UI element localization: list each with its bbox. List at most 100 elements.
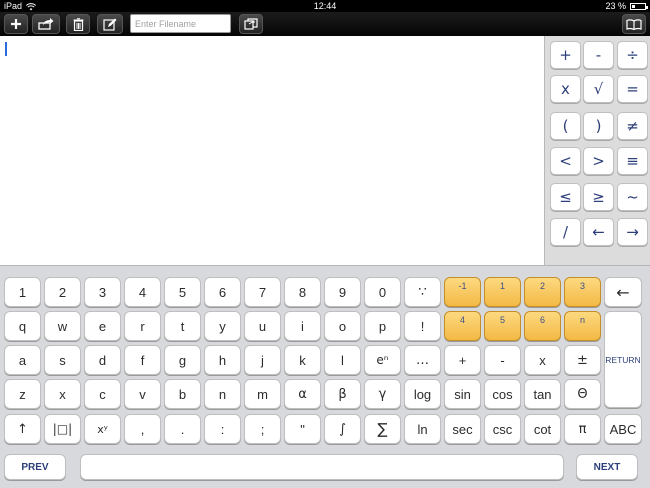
ln-key[interactable]: ln	[404, 414, 441, 444]
symbol-key[interactable]: >	[583, 147, 614, 175]
key[interactable]: ;	[244, 414, 281, 444]
beta-key[interactable]: β	[324, 379, 361, 409]
editor-area[interactable]	[0, 36, 544, 265]
space-key[interactable]	[80, 454, 564, 480]
key[interactable]: :	[204, 414, 241, 444]
key[interactable]: y	[204, 311, 241, 341]
key[interactable]: 4	[124, 277, 161, 307]
open-button[interactable]	[239, 14, 263, 34]
library-button[interactable]	[622, 14, 646, 34]
key[interactable]: 5	[164, 277, 201, 307]
symbol-key[interactable]: (	[550, 112, 581, 140]
tan-key[interactable]: tan	[524, 379, 561, 409]
key[interactable]: u	[244, 311, 281, 341]
integral-key[interactable]: ∫	[324, 414, 361, 444]
key[interactable]: k	[284, 345, 321, 375]
csc-key[interactable]: csc	[484, 414, 521, 444]
symbol-key[interactable]: /	[550, 218, 581, 246]
key[interactable]: q	[4, 311, 41, 341]
key[interactable]: 8	[284, 277, 321, 307]
gamma-key[interactable]: γ	[364, 379, 401, 409]
symbol-key[interactable]: -	[583, 41, 614, 69]
plus-minus-key[interactable]: ±	[564, 345, 601, 375]
symbol-key[interactable]: →	[617, 218, 648, 246]
key[interactable]: r	[124, 311, 161, 341]
key[interactable]: +	[444, 345, 481, 375]
share-button[interactable]	[32, 14, 60, 34]
key[interactable]: m	[244, 379, 281, 409]
sin-key[interactable]: sin	[444, 379, 481, 409]
power-key[interactable]: xʸ	[84, 414, 121, 444]
key[interactable]: "	[284, 414, 321, 444]
symbol-key[interactable]: <	[550, 147, 581, 175]
key[interactable]: n	[204, 379, 241, 409]
key[interactable]: w	[44, 311, 81, 341]
key[interactable]: l	[324, 345, 361, 375]
return-key[interactable]: RETURN	[604, 311, 642, 408]
sum-key[interactable]: ∑	[364, 414, 401, 444]
superscript-6-key[interactable]: 6	[524, 311, 561, 341]
edit-button[interactable]	[97, 14, 123, 34]
symbol-key[interactable]: +	[550, 41, 581, 69]
superscript-n-key[interactable]: n	[564, 311, 601, 341]
cos-key[interactable]: cos	[484, 379, 521, 409]
key[interactable]: f	[124, 345, 161, 375]
alpha-key[interactable]: α	[284, 379, 321, 409]
symbol-key[interactable]: ≡	[617, 147, 648, 175]
add-button[interactable]	[4, 14, 28, 34]
theta-key[interactable]: Θ	[564, 379, 601, 409]
key[interactable]: 1	[4, 277, 41, 307]
key[interactable]: a	[4, 345, 41, 375]
symbol-key[interactable]: ≤	[550, 183, 581, 211]
key[interactable]: g	[164, 345, 201, 375]
symbol-key[interactable]: =	[617, 75, 648, 103]
key[interactable]: x	[44, 379, 81, 409]
absolute-value-key[interactable]: |□|	[44, 414, 81, 444]
prev-button[interactable]: PREV	[4, 454, 66, 480]
key[interactable]: z	[4, 379, 41, 409]
symbol-key[interactable]: x	[550, 75, 581, 103]
key[interactable]: j	[244, 345, 281, 375]
next-button[interactable]: NEXT	[576, 454, 638, 480]
key[interactable]: 3	[84, 277, 121, 307]
superscript-1-key[interactable]: 1	[484, 277, 521, 307]
key[interactable]: s	[44, 345, 81, 375]
key[interactable]: ,	[124, 414, 161, 444]
pi-key[interactable]: π	[564, 414, 601, 444]
key[interactable]: o	[324, 311, 361, 341]
delete-button[interactable]	[66, 14, 90, 34]
superscript-3-key[interactable]: 3	[564, 277, 601, 307]
key[interactable]: !	[404, 311, 441, 341]
symbol-key[interactable]: ≥	[583, 183, 614, 211]
superscript-5-key[interactable]: 5	[484, 311, 521, 341]
symbol-key[interactable]: ÷	[617, 41, 648, 69]
key[interactable]: 2	[44, 277, 81, 307]
superscript-neg1-key[interactable]: -1	[444, 277, 481, 307]
key[interactable]: -	[484, 345, 521, 375]
cot-key[interactable]: cot	[524, 414, 561, 444]
sec-key[interactable]: sec	[444, 414, 481, 444]
key[interactable]: 0	[364, 277, 401, 307]
log-key[interactable]: log	[404, 379, 441, 409]
symbol-key[interactable]: √	[583, 75, 614, 103]
key[interactable]: v	[124, 379, 161, 409]
key[interactable]: c	[84, 379, 121, 409]
symbol-key[interactable]: ←	[583, 218, 614, 246]
key[interactable]: x	[524, 345, 561, 375]
key[interactable]: i	[284, 311, 321, 341]
shift-key[interactable]: ↑	[4, 414, 41, 444]
symbol-key[interactable]: ≠	[617, 112, 648, 140]
superscript-4-key[interactable]: 4	[444, 311, 481, 341]
because-key[interactable]: ∵	[404, 277, 441, 307]
symbol-key[interactable]: )	[583, 112, 614, 140]
exp-key[interactable]: eⁿ	[364, 345, 401, 375]
backspace-key[interactable]: ←	[604, 277, 642, 307]
key[interactable]: d	[84, 345, 121, 375]
key[interactable]: .	[164, 414, 201, 444]
key[interactable]: t	[164, 311, 201, 341]
key[interactable]: e	[84, 311, 121, 341]
key[interactable]: 7	[244, 277, 281, 307]
abc-key[interactable]: ABC	[604, 414, 642, 444]
key[interactable]: 9	[324, 277, 361, 307]
filename-input[interactable]	[130, 14, 231, 33]
